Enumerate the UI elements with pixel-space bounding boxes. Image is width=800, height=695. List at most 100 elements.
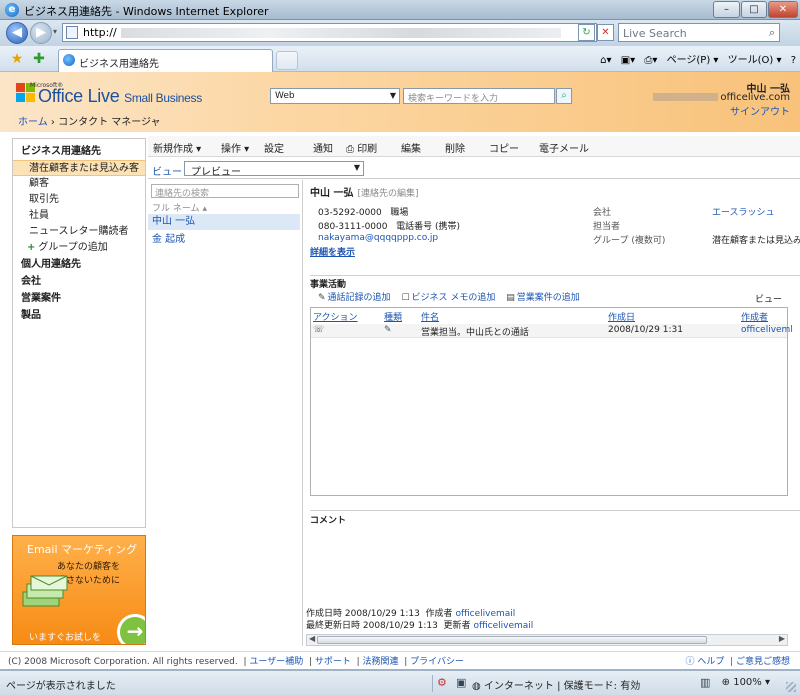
sidebar-item-partners[interactable]: 取引先 [13, 192, 145, 208]
add-memo-link[interactable]: ☐ ビジネス メモの追加 [401, 293, 495, 303]
url-input[interactable]: http:// ▾ [62, 23, 597, 42]
contact-toolbar: 新規作成 ▾ 操作 ▾ 設定 通知 ⎙ 印刷 編集 削除 コピー 電子メール [148, 136, 800, 157]
popup-icon[interactable]: ▣ [456, 676, 466, 689]
edit-contact-link[interactable]: [連絡先の編集] [357, 189, 418, 199]
contact-email-link[interactable]: nakayama@qqqqppp.co.jp [318, 233, 438, 243]
phishing-filter-icon[interactable]: ⚙ [437, 676, 447, 689]
footer-link-accessibility[interactable]: ユーザー補助 [249, 657, 303, 667]
back-button[interactable]: ◀ [6, 22, 28, 44]
user-email: officelive.com [653, 92, 790, 103]
close-window-button[interactable]: ✕ [768, 1, 798, 18]
ie-icon: e [5, 3, 19, 17]
add-deal-link[interactable]: ▤ 営業案件の追加 [506, 293, 580, 303]
scroll-thumb[interactable] [317, 636, 707, 644]
sidebar-section-company[interactable]: 会社 [13, 273, 145, 290]
grid-header-action[interactable]: アクション [313, 310, 358, 323]
sidebar-item-customers[interactable]: 顧客 [13, 176, 145, 192]
contact-search-input[interactable]: 連絡先の検索 [151, 184, 299, 199]
list-item[interactable]: 金 起成 [148, 232, 300, 248]
maximize-button[interactable]: □ [741, 1, 767, 18]
chevron-down-icon: ▼ [389, 91, 396, 100]
footer-link-support[interactable]: サポート [315, 657, 351, 667]
signout-link[interactable]: サインアウト [730, 103, 790, 118]
sidebar-item-employees[interactable]: 社員 [13, 208, 145, 224]
logo-office-live: Office Live [38, 86, 120, 106]
security-zone[interactable]: ◍ インターネット | 保護モード: 有効 [472, 677, 640, 692]
sidebar-item-prospects[interactable]: 潜在顧客または見込み客 [13, 160, 145, 176]
sidebar: ビジネス用連絡先 潜在顧客または見込み客 顧客 取引先 社員 ニュースレター購読… [12, 138, 146, 528]
actions-menu[interactable]: 操作 ▾ [221, 140, 249, 155]
add-call-link[interactable]: ✎ 通話記録の追加 [318, 293, 391, 303]
horizontal-scrollbar[interactable]: ◀ ▶ [306, 634, 788, 646]
tab-contacts[interactable]: ビジネス用連絡先 [58, 49, 273, 72]
sidebar-section-business[interactable]: ビジネス用連絡先 [13, 143, 145, 160]
new-menu[interactable]: 新規作成 ▾ [153, 140, 201, 155]
sidebar-section-personal[interactable]: 個人用連絡先 [13, 256, 145, 273]
print-icon[interactable]: ⎙▾ [644, 55, 657, 66]
email-button[interactable]: 電子メール [539, 140, 589, 155]
minimize-button[interactable]: – [713, 1, 740, 18]
grid-header-type[interactable]: 種類 [384, 310, 402, 323]
live-search-input[interactable]: Live Search ⌕ [618, 23, 780, 42]
footer-link-legal[interactable]: 法務関連 [362, 657, 398, 667]
favorites-center-icon[interactable]: ★ [8, 50, 26, 68]
group-label: グループ (複数可) [593, 236, 666, 246]
stop-icon[interactable]: ✕ [597, 24, 614, 41]
footer-link-privacy[interactable]: プライバシー [410, 657, 464, 667]
phone-icon[interactable]: ☏ [313, 325, 324, 335]
sidebar-section-products[interactable]: 製品 [13, 307, 145, 324]
tools-menu[interactable]: ツール(O) ▾ [728, 55, 782, 66]
settings-button[interactable]: 設定 [264, 140, 284, 155]
memo-icon: ☐ [401, 293, 410, 303]
scroll-right-icon[interactable]: ▶ [779, 634, 785, 643]
print-button[interactable]: ⎙ 印刷 [346, 140, 377, 155]
sidebar-add-group[interactable]: + グループの追加 [13, 240, 145, 256]
created-line: 作成日時 2008/10/29 1:13 作成者 officelivemail [306, 608, 533, 620]
scroll-left-icon[interactable]: ◀ [309, 634, 315, 643]
activities-view-label[interactable]: ビュー [755, 292, 782, 305]
help-menu-icon[interactable]: ? [791, 55, 796, 66]
add-favorites-icon[interactable]: ✚ [30, 50, 48, 68]
home-icon[interactable]: ⌂▾ [600, 55, 611, 66]
breadcrumb-home[interactable]: ホーム [18, 117, 48, 128]
recent-pages-dropdown-icon[interactable]: ▾ [53, 27, 57, 36]
column-header-fullname[interactable]: フル ネーム ▴ [152, 201, 207, 214]
phone-mobile-label: 電話番号 (携帯) [396, 222, 460, 232]
keyword-search-input[interactable]: 検索キーワードを入力 [403, 88, 555, 104]
sidebar-section-deals[interactable]: 営業案件 [13, 290, 145, 307]
grid-header-author[interactable]: 作成者 [741, 310, 768, 323]
notify-button[interactable]: 通知 [313, 140, 333, 155]
search-icon[interactable]: ⌕ [769, 26, 775, 40]
company-link[interactable]: エースラッシュ [712, 205, 775, 218]
resize-grip[interactable] [786, 682, 796, 692]
forward-button[interactable]: ▶ [30, 22, 52, 44]
sidebar-item-subscribers[interactable]: ニュースレター購読者 [13, 224, 145, 240]
footer-help-link[interactable]: ヘルプ [697, 657, 724, 667]
search-go-icon[interactable]: ⌕ [556, 88, 572, 104]
created-by-link[interactable]: officelivemail [455, 609, 515, 619]
footer-feedback-link[interactable]: ご意見ご感想 [736, 657, 790, 667]
zoom-control[interactable]: ⊕ 100% ▾ [722, 677, 770, 688]
grid-header-subject[interactable]: 件名 [421, 310, 439, 323]
email-marketing-ad[interactable]: Email マーケティング あなたの顧客を 逃さないために いますぐお試しを → [12, 535, 146, 645]
list-item[interactable]: 中山 一弘 [148, 214, 300, 230]
table-row[interactable]: ☏ ✎ 営業担当。中山氏との通話 2008/10/29 1:31 officel… [311, 324, 793, 338]
refresh-icon[interactable]: ↻ [578, 24, 595, 41]
show-details-link[interactable]: 詳細を表示 [310, 245, 355, 258]
row-author[interactable]: officeliveml [741, 325, 793, 335]
created-label: 作成日時 2008/10/29 1:13 [306, 609, 420, 619]
feeds-icon[interactable]: ▣▾ [621, 55, 635, 66]
copy-button[interactable]: コピー [489, 140, 519, 155]
edit-button[interactable]: 編集 [401, 140, 421, 155]
phone-work-value: 03-5292-0000 [318, 208, 382, 218]
search-scope-select[interactable]: Web ▼ [270, 88, 400, 104]
delete-button[interactable]: 削除 [445, 140, 465, 155]
page-menu[interactable]: ページ(P) ▾ [667, 55, 719, 66]
grid-header-created[interactable]: 作成日 [608, 310, 635, 323]
new-tab-button[interactable] [276, 51, 298, 70]
office-live-logo[interactable]: Office Live Small Business [38, 86, 202, 107]
arrow-right-icon[interactable]: → [117, 614, 145, 644]
user-email-domain: officelive.com [720, 92, 790, 103]
modified-by-link[interactable]: officelivemail [473, 621, 533, 631]
view-select[interactable]: プレビュー ▼ [184, 161, 364, 178]
